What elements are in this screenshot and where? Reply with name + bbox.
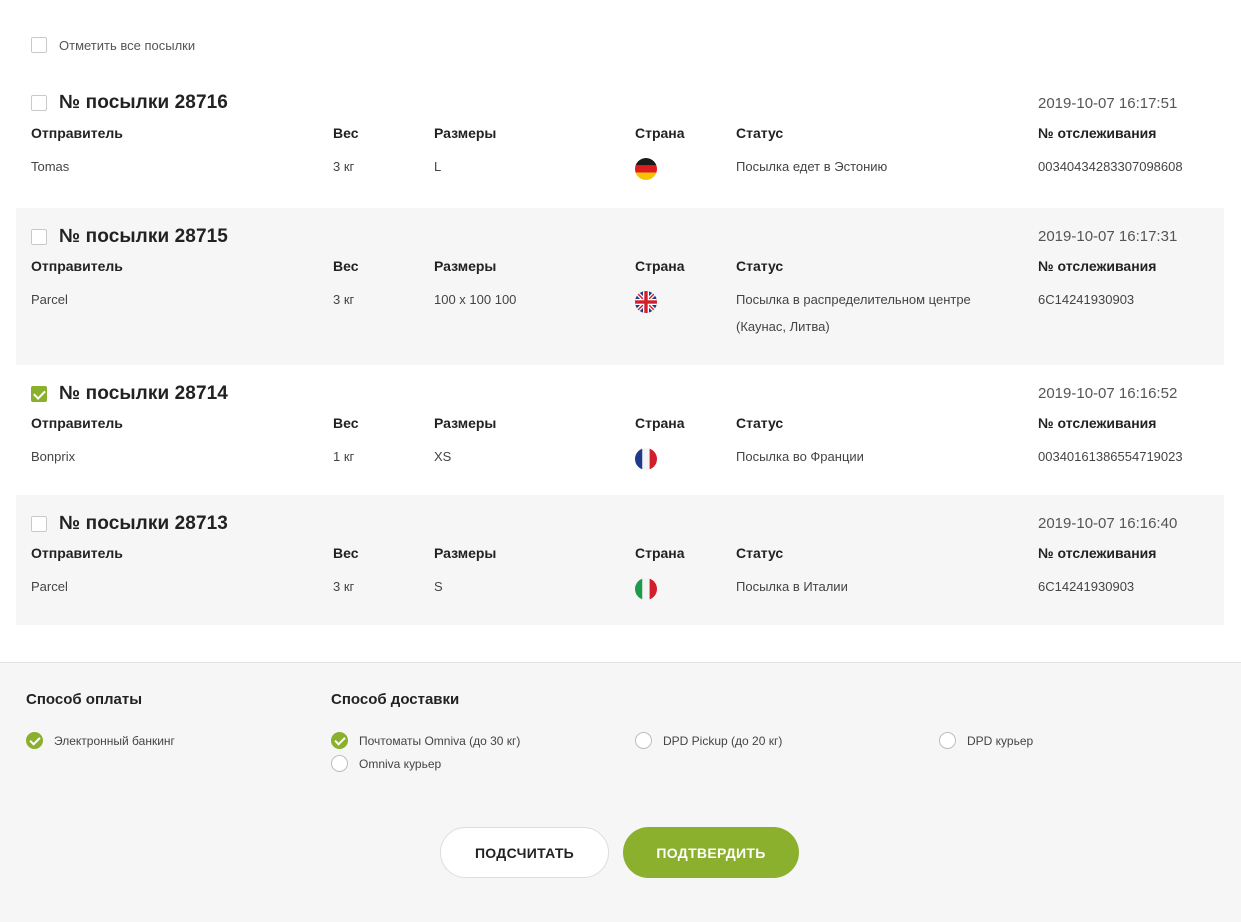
delivery-option-label: Omniva курьер: [359, 756, 442, 771]
checkout-options: Способ оплаты Способ доставки Электронны…: [0, 662, 1241, 922]
radio-unselected-icon[interactable]: [331, 755, 348, 772]
radio-selected-icon[interactable]: [26, 732, 43, 749]
weight-header: Вес: [333, 125, 359, 141]
size-header: Размеры: [434, 125, 497, 141]
parcel-date: 2019-10-07 16:17:51: [1038, 95, 1178, 112]
delivery-option-omniva-lockers[interactable]: Почтоматы Omniva (до 30 кг): [331, 732, 520, 749]
parcel-checkbox[interactable]: [31, 386, 47, 402]
status-value: Посылка в распределительном центре (Каун…: [736, 292, 971, 334]
weight-value: 3 кг: [333, 292, 355, 307]
parcel-title: № посылки 28715: [59, 226, 228, 247]
payment-option-label: Электронный банкинг: [54, 733, 175, 748]
weight-header: Вес: [333, 415, 359, 431]
weight-header: Вес: [333, 545, 359, 561]
calculate-button[interactable]: ПОДСЧИТАТЬ: [440, 827, 609, 878]
delivery-option-dpd-pickup[interactable]: DPD Pickup (до 20 кг): [635, 732, 782, 749]
confirm-button[interactable]: ПОДТВЕРДИТЬ: [623, 827, 799, 878]
weight-value: 3 кг: [333, 579, 355, 594]
status-header: Статус: [736, 125, 784, 141]
select-all-label: Отметить все посылки: [59, 37, 196, 53]
parcel-title: № посылки 28713: [59, 513, 228, 534]
tracking-header: № отслеживания: [1038, 415, 1157, 431]
sender-header: Отправитель: [31, 415, 123, 431]
status-header: Статус: [736, 258, 784, 274]
delivery-option-dpd-courier[interactable]: DPD курьер: [939, 732, 1033, 749]
parcel-checkbox[interactable]: [31, 516, 47, 532]
italy-flag-icon: [635, 578, 657, 600]
status-value: Посылка во Франции: [736, 449, 864, 464]
delivery-option-label: DPD Pickup (до 20 кг): [663, 733, 783, 748]
size-value: S: [434, 579, 443, 594]
payment-heading: Способ оплаты: [26, 691, 143, 708]
country-header: Страна: [635, 545, 685, 561]
parcel-date: 2019-10-07 16:17:31: [1038, 228, 1178, 245]
country-header: Страна: [635, 258, 685, 274]
radio-unselected-icon[interactable]: [939, 732, 956, 749]
sender-value: Tomas: [31, 159, 70, 174]
status-value: Посылка в Италии: [736, 579, 848, 594]
france-flag-icon: [635, 448, 657, 470]
parcel-card: № посылки 28714 2019-10-07 16:16:52 Отпр…: [16, 365, 1224, 495]
parcel-date: 2019-10-07 16:16:52: [1038, 385, 1178, 402]
delivery-heading: Способ доставки: [331, 691, 460, 708]
weight-value: 3 кг: [333, 159, 355, 174]
sender-header: Отправитель: [31, 545, 123, 561]
select-all[interactable]: Отметить все посылки: [31, 37, 195, 53]
parcel-checkbox[interactable]: [31, 95, 47, 111]
tracking-value: 00340161386554719023: [1038, 449, 1183, 464]
sender-value: Bonprix: [31, 449, 76, 464]
size-value: 100 x 100 100: [434, 292, 517, 307]
tracking-value: 00340434283307098608: [1038, 159, 1183, 174]
delivery-option-label: Почтоматы Omniva (до 30 кг): [359, 733, 521, 748]
size-header: Размеры: [434, 545, 497, 561]
sender-value: Parcel: [31, 579, 68, 594]
status-header: Статус: [736, 545, 784, 561]
sender-header: Отправитель: [31, 258, 123, 274]
size-value: L: [434, 159, 442, 174]
delivery-option-label: DPD курьер: [967, 733, 1034, 748]
parcel-card: № посылки 28713 2019-10-07 16:16:40 Отпр…: [16, 495, 1224, 625]
parcel-title: № посылки 28714: [59, 383, 228, 404]
country-header: Страна: [635, 415, 685, 431]
country-header: Страна: [635, 125, 685, 141]
tracking-value: 6C14241930903: [1038, 579, 1135, 594]
weight-value: 1 кг: [333, 449, 355, 464]
size-value: XS: [434, 449, 452, 464]
parcel-date: 2019-10-07 16:16:40: [1038, 515, 1178, 532]
sender-header: Отправитель: [31, 125, 123, 141]
tracking-header: № отслеживания: [1038, 125, 1157, 141]
weight-header: Вес: [333, 258, 359, 274]
size-header: Размеры: [434, 415, 497, 431]
radio-unselected-icon[interactable]: [635, 732, 652, 749]
parcel-card: № посылки 28715 2019-10-07 16:17:31 Отпр…: [16, 208, 1224, 365]
parcel-checkbox[interactable]: [31, 229, 47, 245]
tracking-header: № отслеживания: [1038, 545, 1157, 561]
germany-flag-icon: [635, 158, 657, 180]
tracking-value: 6C14241930903: [1038, 292, 1135, 307]
parcel-card: № посылки 28716 2019-10-07 16:17:51 Отпр…: [16, 78, 1224, 208]
tracking-header: № отслеживания: [1038, 258, 1157, 274]
delivery-option-omniva-courier[interactable]: Omniva курьер: [331, 755, 441, 772]
status-value: Посылка едет в Эстонию: [736, 159, 888, 174]
uk-flag-icon: [635, 291, 657, 313]
size-header: Размеры: [434, 258, 497, 274]
sender-value: Parcel: [31, 292, 68, 307]
parcel-title: № посылки 28716: [59, 92, 228, 113]
status-header: Статус: [736, 415, 784, 431]
radio-selected-icon[interactable]: [331, 732, 348, 749]
select-all-checkbox[interactable]: [31, 37, 47, 53]
payment-option-ebanking[interactable]: Электронный банкинг: [26, 732, 175, 749]
